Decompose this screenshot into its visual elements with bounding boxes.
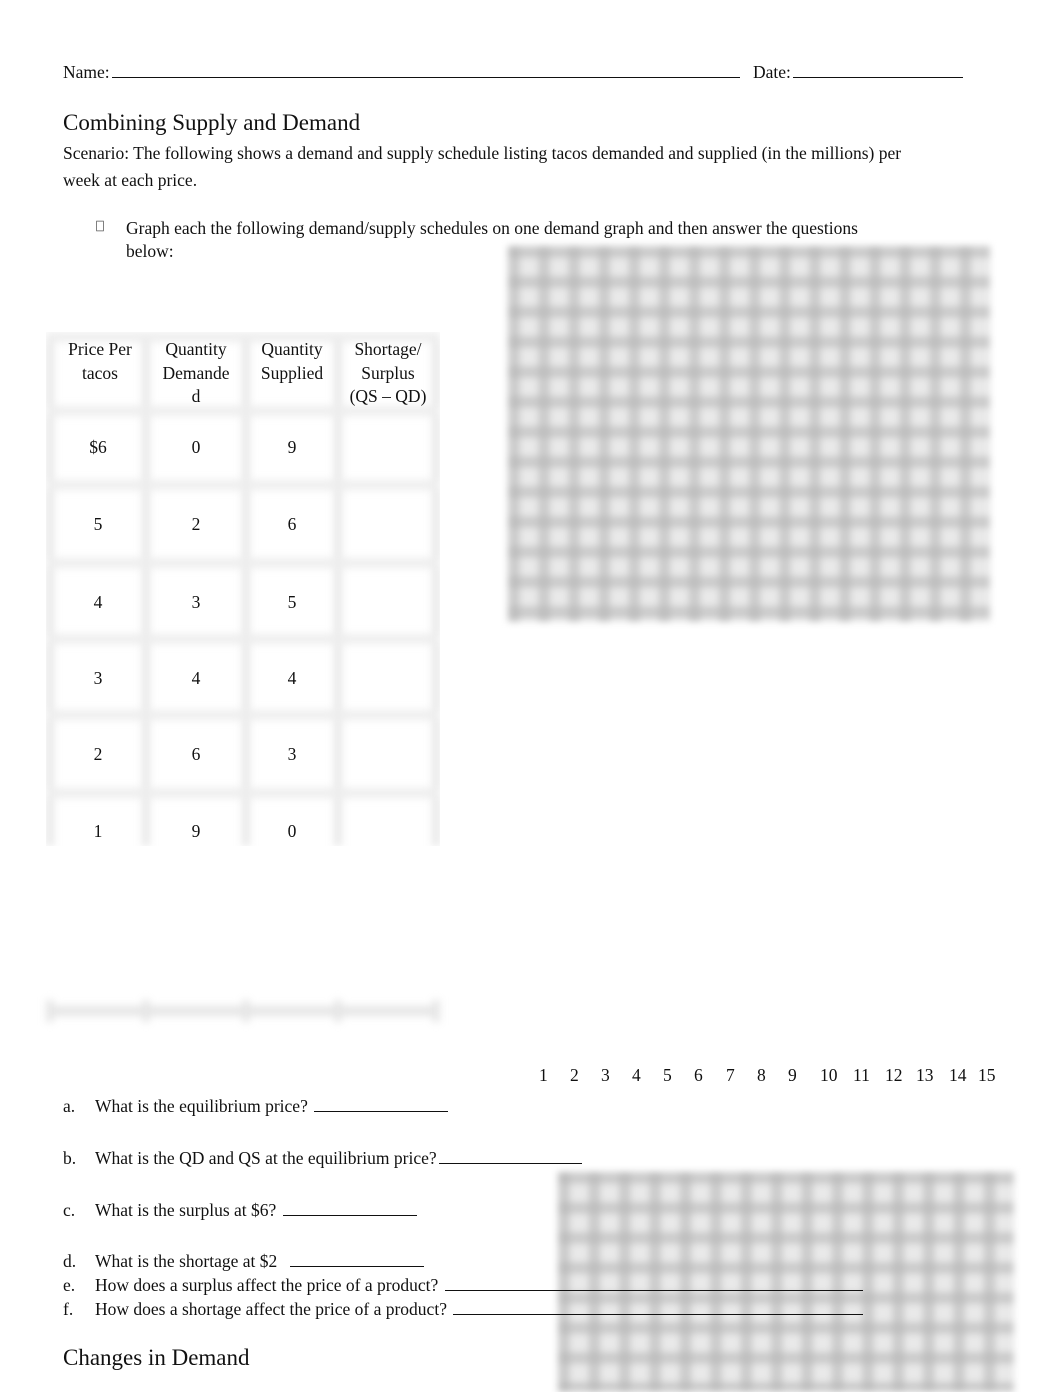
- cell-price: 2: [93, 744, 103, 764]
- cell-price: 5: [93, 514, 103, 534]
- header-quantity-supplied: Quantity Supplied: [260, 339, 324, 383]
- cell-qd: 0: [191, 437, 201, 457]
- x-tick-label: 7: [726, 1065, 735, 1085]
- x-tick-label: 13: [916, 1065, 934, 1085]
- x-tick-label: 14: [949, 1065, 967, 1085]
- x-tick-label: 5: [663, 1065, 672, 1085]
- header-price: Price Per tacos: [68, 339, 132, 383]
- question-letter: c.: [63, 1200, 76, 1220]
- instruction-line2: below:: [126, 241, 174, 261]
- answer-blank[interactable]: [282, 1214, 417, 1216]
- graph-x-axis-labels: 1 2 3 4 5 6 7 8 9 10 11 12 13 14 15: [0, 1065, 1062, 1089]
- x-tick-label: 3: [601, 1065, 610, 1085]
- date-label: Date:: [753, 62, 791, 82]
- cell-qs: 6: [287, 514, 297, 534]
- x-tick-label: 1: [539, 1065, 548, 1085]
- cell-price: 1: [93, 821, 103, 841]
- x-tick-label: 2: [570, 1065, 579, 1085]
- cell-qs: 0: [287, 821, 297, 841]
- answer-blank[interactable]: [438, 1162, 582, 1164]
- cell-qd: 6: [191, 744, 201, 764]
- cell-qs: 9: [287, 437, 297, 457]
- cell-price: $6: [89, 437, 107, 457]
- cell-price: 3: [93, 668, 103, 688]
- cell-qs: 3: [287, 744, 297, 764]
- question-d: d. What is the shortage at $2: [63, 1251, 424, 1272]
- name-field[interactable]: Name:: [63, 62, 740, 83]
- table-borders: [46, 332, 440, 846]
- cell-price: 4: [93, 592, 103, 612]
- cell-qd: 9: [191, 821, 201, 841]
- scenario-text-line1: Scenario: The following shows a demand a…: [63, 143, 902, 163]
- x-tick-label: 6: [694, 1065, 703, 1085]
- date-blank[interactable]: [792, 76, 963, 78]
- schedule-table: Price Per tacos Quantity Demande d Quant…: [46, 332, 440, 846]
- date-field[interactable]: Date:: [753, 62, 963, 83]
- answer-blank[interactable]: [444, 1289, 863, 1291]
- question-text: What is the equilibrium price?: [95, 1096, 313, 1116]
- table-bottom-border: [46, 1000, 440, 1024]
- scenario-text-line2: week at each price.: [63, 170, 198, 190]
- question-e: e. How does a surplus affect the price of…: [63, 1275, 863, 1296]
- x-tick-label: 9: [788, 1065, 797, 1085]
- question-letter: e.: [63, 1275, 76, 1295]
- question-letter: d.: [63, 1251, 77, 1271]
- x-tick-label: 15: [978, 1065, 996, 1085]
- cell-qs: 5: [287, 592, 297, 612]
- question-a: a. What is the equilibrium price?: [63, 1096, 449, 1117]
- question-letter: f.: [63, 1299, 74, 1319]
- x-tick-label: 12: [885, 1065, 903, 1085]
- question-text: What is the QD and QS at the equilibrium…: [95, 1148, 437, 1168]
- question-letter: b.: [63, 1148, 77, 1168]
- cell-qd: 2: [191, 514, 201, 534]
- question-text: How does a shortage affect the price of …: [95, 1299, 452, 1319]
- answer-blank[interactable]: [289, 1265, 424, 1267]
- question-text: What is the surplus at $6?: [95, 1200, 281, 1220]
- graph-grid[interactable]: [508, 246, 990, 622]
- question-text: What is the shortage at $2: [95, 1251, 282, 1271]
- x-tick-label: 11: [853, 1065, 870, 1085]
- cell-qs: 4: [287, 668, 297, 688]
- section-title-changes-in-demand: Changes in Demand: [63, 1345, 250, 1370]
- header-shortage-surplus: Shortage/ Surplus (QS – QD): [349, 339, 427, 406]
- header-quantity-demanded: Quantity Demande d: [162, 339, 230, 406]
- name-blank[interactable]: [111, 76, 740, 78]
- question-f: f. How does a shortage affect the price o…: [63, 1299, 864, 1320]
- question-text: How does a surplus affect the price of a…: [95, 1275, 443, 1295]
- x-tick-label: 8: [757, 1065, 766, 1085]
- x-tick-label: 10: [820, 1065, 838, 1085]
- answer-blank[interactable]: [453, 1313, 864, 1315]
- cell-qd: 3: [191, 592, 201, 612]
- answer-blank[interactable]: [314, 1110, 449, 1112]
- instruction-line1: Graph each the following demand/supply s…: [126, 218, 858, 238]
- cell-qd: 4: [191, 668, 201, 688]
- question-c: c. What is the surplus at $6?: [63, 1200, 417, 1221]
- section-title: Combining Supply and Demand: [63, 110, 361, 135]
- question-letter: a.: [63, 1096, 76, 1116]
- x-tick-label: 4: [632, 1065, 641, 1085]
- bullet-icon: [96, 220, 104, 232]
- name-label: Name:: [63, 62, 110, 82]
- question-b: b. What is the QD and QS at the equilibri…: [63, 1148, 582, 1169]
